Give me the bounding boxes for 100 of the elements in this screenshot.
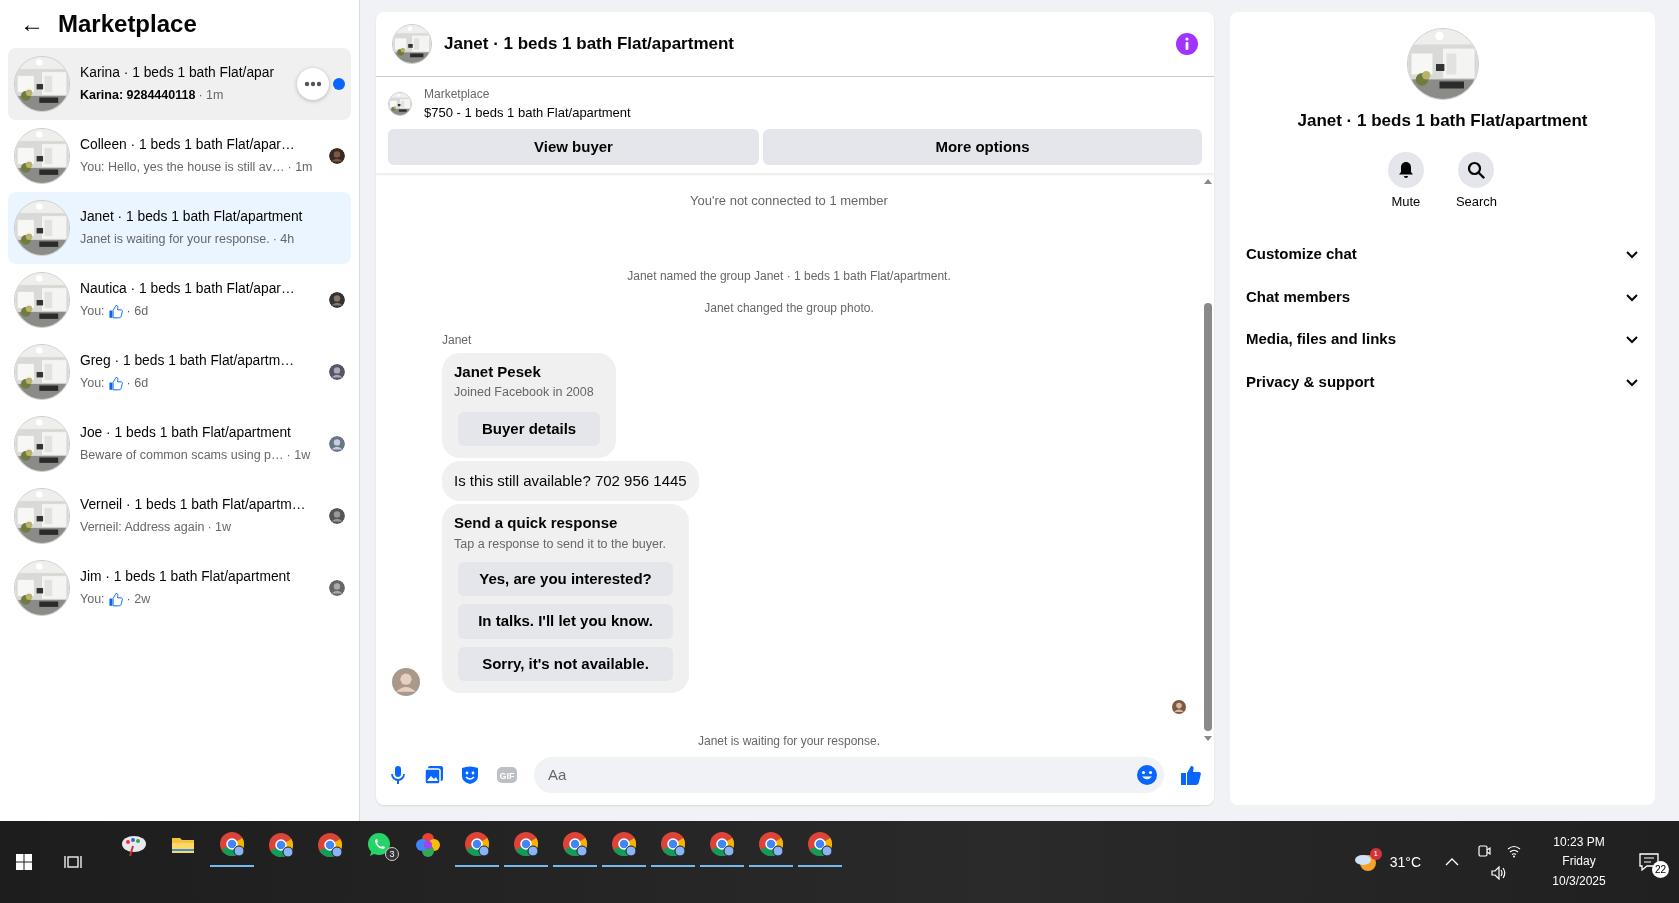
temperature: 31°C xyxy=(1389,852,1421,872)
like-icon[interactable] xyxy=(1180,764,1202,786)
section-header[interactable]: Media, files and links xyxy=(1246,318,1639,361)
conversation-item[interactable]: Nautica · 1 beds 1 bath Flat/apar… You: · 6d xyxy=(8,264,351,336)
sidebar-title: Marketplace xyxy=(58,9,197,39)
seen-avatar xyxy=(329,364,345,380)
conversation-item[interactable]: Joe · 1 beds 1 bath Flat/apartment Beware of common scams using p… · 1w xyxy=(8,408,351,480)
seen-avatar xyxy=(329,508,345,524)
section-header[interactable]: Customize chat xyxy=(1246,233,1639,276)
system-message: You're not connected to 1 member xyxy=(689,192,889,210)
more-button[interactable] xyxy=(297,68,329,100)
browser-icon xyxy=(219,831,245,857)
chat-title: Janet · 1 beds 1 bath Flat/apartment xyxy=(1297,110,1588,132)
message-input[interactable]: Aa xyxy=(546,762,1136,788)
sticker-icon[interactable] xyxy=(460,765,480,785)
notifications-button[interactable]: 22 xyxy=(1627,840,1671,884)
buyer-details-button[interactable]: Buyer details xyxy=(458,411,601,447)
browser-icon xyxy=(562,831,588,857)
camera-icon[interactable] xyxy=(1477,844,1491,858)
quick-reply-button[interactable]: Yes, are you interested? xyxy=(458,561,673,596)
scroll-down-icon[interactable] xyxy=(1203,735,1213,743)
quick-response-hint: Tap a response to send it to the buyer. xyxy=(454,535,667,553)
message-preview: Beware of common scams using p… xyxy=(80,447,284,465)
conversation-title: Nautica · 1 beds 1 bath Flat/apar… xyxy=(80,279,296,298)
wifi-icon[interactable] xyxy=(1507,844,1521,858)
message-preview: You: Hello, yes the house is still av… xyxy=(80,159,285,177)
message-time: · 2w xyxy=(126,591,151,609)
system-message: Janet changed the group photo. xyxy=(703,299,875,317)
scrollbar-thumb[interactable] xyxy=(1204,303,1212,731)
section-header[interactable]: Chat members xyxy=(1246,275,1639,318)
avatar xyxy=(392,668,420,696)
scroll-up-icon[interactable] xyxy=(1203,177,1213,185)
info-icon[interactable] xyxy=(1176,33,1198,55)
clock-day: Friday xyxy=(1539,852,1619,872)
chevron-up-icon[interactable] xyxy=(1445,858,1459,866)
conversation-item[interactable]: Colleen · 1 beds 1 bath Flat/apar… You: Hello, yes the house is still av… · 1m xyxy=(8,120,351,192)
message-time: · 1w xyxy=(207,519,231,537)
quick-reply-button[interactable]: Sorry, it's not available. xyxy=(458,646,673,681)
conversation-item[interactable]: Jim · 1 beds 1 bath Flat/apartment You: · 2w xyxy=(8,552,351,624)
back-button[interactable]: ← xyxy=(20,12,44,36)
section-header[interactable]: Privacy & support xyxy=(1246,360,1639,403)
seen-avatar xyxy=(329,580,345,596)
browser-icon xyxy=(513,831,539,857)
folder-icon xyxy=(171,835,195,855)
badge-count: 3 xyxy=(385,847,399,861)
microphone-icon[interactable] xyxy=(388,765,408,785)
message-time: · 6d xyxy=(126,375,149,393)
message-time: · 1m xyxy=(198,87,224,105)
chat-title: Janet · 1 beds 1 bath Flat/apartment xyxy=(444,33,735,56)
bell-icon xyxy=(1396,160,1415,179)
conversation-item[interactable]: Karina · 1 beds 1 bath Flat/apar Karina: 9284440118 · 1m xyxy=(8,48,351,120)
message-time: · 1w xyxy=(286,447,311,465)
conversation-title: Verneil · 1 beds 1 bath Flat/apartm… xyxy=(80,495,307,514)
message-preview: You: xyxy=(80,375,105,393)
joined-text: Joined Facebook in 2008 xyxy=(454,384,595,401)
message-field[interactable]: Aa xyxy=(534,757,1164,793)
seen-avatar xyxy=(329,292,345,308)
browser-icon xyxy=(758,831,784,857)
volume-icon[interactable] xyxy=(1491,866,1507,880)
message-time: · 6d xyxy=(126,303,149,321)
conversation-title: Jim · 1 beds 1 bath Flat/apartment xyxy=(80,567,292,586)
system-message: Janet named the group Janet · 1 beds 1 bath Flat/apartment. xyxy=(626,267,952,285)
message-preview: Janet is waiting for your response. xyxy=(80,231,270,249)
clock-date: 10/3/2025 xyxy=(1551,872,1607,890)
message-preview: Verneil: Address again xyxy=(80,519,205,537)
seen-avatar xyxy=(329,436,345,452)
taskbar-app[interactable]: 3 xyxy=(357,823,401,867)
message-preview: Karina: 9284440118 xyxy=(80,87,196,105)
conversation-title: Greg · 1 beds 1 bath Flat/apartm… xyxy=(80,351,295,370)
message-preview: You: xyxy=(80,303,105,321)
browser-icon xyxy=(611,831,637,857)
listing-title: $750 - 1 beds 1 bath Flat/apartment xyxy=(424,104,631,122)
conversation-title: Karina · 1 beds 1 bath Flat/apar xyxy=(80,63,276,82)
more-icon xyxy=(304,81,322,87)
message-time: · 1m xyxy=(287,159,313,177)
sender-name: Janet xyxy=(442,331,473,349)
message-preview: You: xyxy=(80,591,105,609)
emoji-icon[interactable] xyxy=(1136,764,1158,786)
listing-source: Marketplace xyxy=(424,86,491,103)
quick-reply-button[interactable]: In talks. I'll let you know. xyxy=(458,604,673,639)
task-view-icon xyxy=(64,854,82,870)
alert-badge: 1 xyxy=(1369,848,1382,860)
conversation-title: Colleen · 1 beds 1 bath Flat/apar… xyxy=(80,135,296,154)
seen-avatar xyxy=(1172,700,1186,714)
notification-count: 22 xyxy=(1652,861,1669,878)
conversation-item[interactable]: Greg · 1 beds 1 bath Flat/apartm… You: · 6d xyxy=(8,336,351,408)
conversation-item[interactable]: Janet · 1 beds 1 bath Flat/apartment Janet is waiting for your response. · 4h xyxy=(8,192,351,264)
action-button[interactable]: View buyer xyxy=(388,128,759,165)
browser-icon xyxy=(317,832,343,858)
browser-icon xyxy=(709,831,735,857)
flower-icon xyxy=(415,832,441,858)
message-time: · 4h xyxy=(272,231,295,249)
search-icon xyxy=(1467,160,1486,179)
browser-icon xyxy=(660,831,686,857)
quick-response-title: Send a quick response xyxy=(454,513,619,534)
browser-icon xyxy=(464,831,490,857)
photo-icon[interactable] xyxy=(424,765,444,785)
conversation-item[interactable]: Verneil · 1 beds 1 bath Flat/apartm… Verneil: Address again · 1w xyxy=(8,480,351,552)
weather-button[interactable]: 1 xyxy=(1343,840,1388,884)
action-button[interactable]: More options xyxy=(763,128,1202,165)
